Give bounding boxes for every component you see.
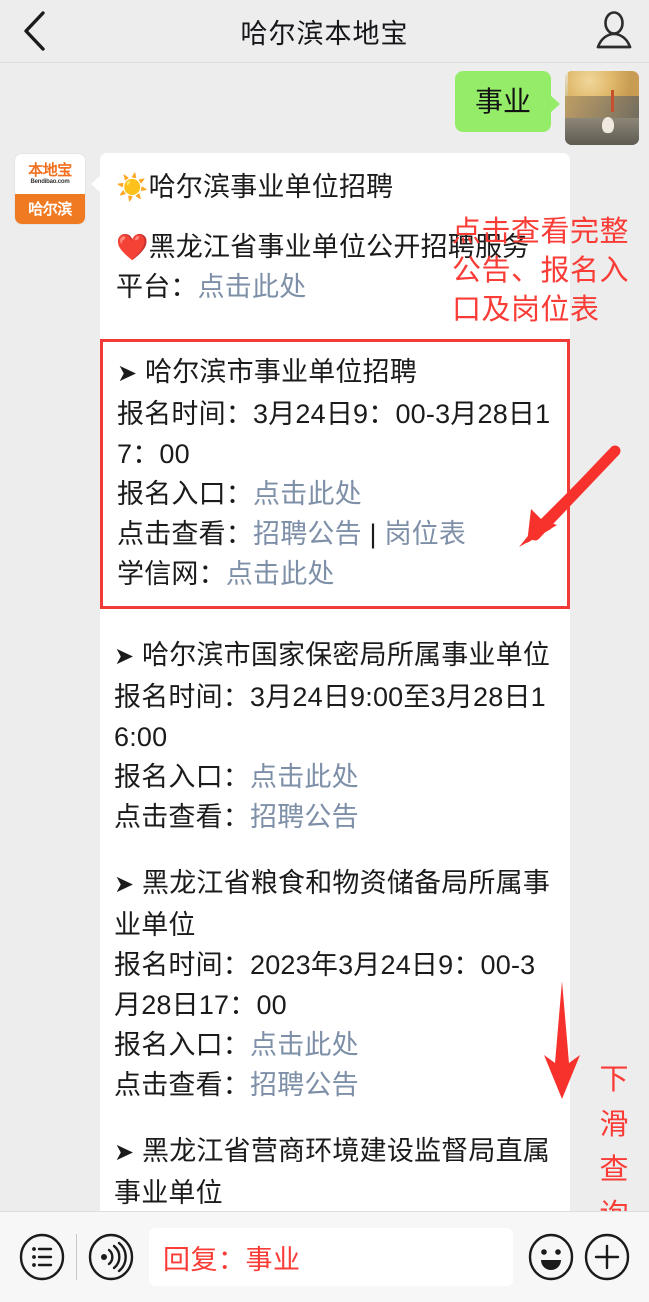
section-3-entry: 报名入口：点击此处: [114, 1025, 556, 1065]
section-2-time: 报名时间：3月24日9:00至3月28日16:00: [114, 677, 556, 757]
section-1-extra-link[interactable]: 点击此处: [226, 559, 335, 589]
smiley-icon: [528, 1233, 574, 1281]
section-2-view-label: 点击查看：: [114, 802, 250, 832]
section-2: ➤ 哈尔滨市国家保密局所属事业单位 报名时间：3月24日9:00至3月28日16…: [100, 635, 570, 837]
voice-wave-icon: [88, 1233, 134, 1281]
contact-info-button[interactable]: [579, 0, 649, 62]
section-2-announcement-link[interactable]: 招聘公告: [250, 802, 359, 832]
publisher-logo-en: Bendibao.com: [30, 179, 70, 186]
section-1-announcement-link[interactable]: 招聘公告: [253, 519, 362, 549]
section-2-entry-link[interactable]: 点击此处: [250, 762, 359, 792]
voice-button[interactable]: [83, 1229, 139, 1285]
intro-title: 哈尔滨事业单位招聘: [148, 172, 394, 202]
person-icon: [596, 11, 632, 49]
input-bar-divider: [76, 1234, 77, 1280]
more-button[interactable]: [579, 1229, 635, 1285]
section-4-title-line: ➤ 黑龙江省营商环境建设监督局直属事业单位: [114, 1131, 556, 1211]
wechat-chat-screen: 哈尔滨本地宝 事业 本地宝 Bendibao.com 哈尔滨 ☀️哈尔滨事业单位…: [0, 0, 649, 1302]
back-button[interactable]: [0, 0, 70, 62]
section-1-positions-link[interactable]: 岗位表: [384, 519, 466, 549]
avatar-art-mid: [565, 96, 639, 119]
link-separator: |: [361, 519, 385, 549]
section-3-entry-link[interactable]: 点击此处: [250, 1030, 359, 1060]
side-note-char-1: 滑: [599, 1109, 629, 1141]
section-3-view: 点击查看：招聘公告: [114, 1065, 556, 1105]
chevron-left-icon: [24, 11, 45, 51]
section-1: ➤ 哈尔滨市事业单位招聘 报名时间：3月24日9：00-3月28日17：00 报…: [103, 352, 567, 594]
chat-input-bar: 回复：事业: [0, 1211, 649, 1302]
section-gap-1: [100, 609, 570, 635]
chat-header: 哈尔滨本地宝: [0, 0, 649, 62]
section-1-view-label: 点击查看：: [117, 519, 253, 549]
section-4: ➤ 黑龙江省营商环境建设监督局直属事业单位: [100, 1131, 570, 1211]
section-3-title-line: ➤ 黑龙江省粮食和物资储备局所属事业单位: [114, 863, 556, 945]
section-3-time-label: 报名时间：: [114, 950, 250, 980]
message-list[interactable]: 事业 本地宝 Bendibao.com 哈尔滨 ☀️哈尔滨事业单位招聘 ❤️黑龙…: [0, 63, 649, 1211]
section-3-announcement-link[interactable]: 招聘公告: [250, 1070, 359, 1100]
section-4-title: 黑龙江省营商环境建设监督局直属事业单位: [114, 1136, 551, 1208]
section-gap-2: [100, 837, 570, 863]
section-2-entry: 报名入口：点击此处: [114, 757, 556, 797]
avatar[interactable]: [565, 71, 639, 145]
bullet-arrow-icon: ➤: [114, 1139, 135, 1166]
publisher-avatar[interactable]: 本地宝 Bendibao.com 哈尔滨: [14, 153, 86, 225]
section-1-extra-label: 学信网：: [117, 559, 226, 589]
menu-button[interactable]: [14, 1229, 70, 1285]
plus-circle-icon: [584, 1233, 630, 1281]
page-title: 哈尔滨本地宝: [240, 18, 409, 49]
section-2-title-line: ➤ 哈尔滨市国家保密局所属事业单位: [114, 635, 556, 677]
publisher-logo-city: 哈尔滨: [28, 201, 72, 219]
list-menu-icon: [19, 1233, 65, 1281]
intro-title-line: ☀️哈尔滨事业单位招聘: [116, 167, 554, 207]
publisher-logo-cn: 本地宝: [28, 162, 72, 180]
section-1-time: 报名时间：3月24日9：00-3月28日17：00: [117, 394, 553, 474]
bullet-arrow-icon: ➤: [114, 643, 135, 670]
section-2-view: 点击查看：招聘公告: [114, 797, 556, 837]
emoji-button[interactable]: [523, 1229, 579, 1285]
outgoing-bubble[interactable]: 事业: [454, 71, 561, 132]
section-3: ➤ 黑龙江省粮食和物资储备局所属事业单位 报名时间：2023年3月24日9：00…: [100, 863, 570, 1105]
section-1-view: 点击查看：招聘公告 | 岗位表: [117, 514, 553, 554]
sun-icon: ☀️: [116, 172, 149, 202]
publisher-logo-bottom: 哈尔滨: [15, 193, 85, 224]
section-3-view-label: 点击查看：: [114, 1070, 250, 1100]
avatar-art-bird: [602, 117, 614, 134]
section-3-time: 报名时间：2023年3月24日9：00-3月28日17：00: [114, 945, 556, 1025]
section-1-entry-link[interactable]: 点击此处: [253, 479, 362, 509]
heart-icon: ❤️: [116, 232, 149, 262]
section-2-time-label: 报名时间：: [114, 682, 250, 712]
side-note-char-0: 下: [599, 1064, 629, 1096]
annotation-down-arrow-icon: [544, 981, 580, 1099]
avatar-art-pole: [610, 90, 614, 113]
section-1-title: 哈尔滨市事业单位招聘: [145, 357, 418, 387]
annotation-side-note: 下 滑 查 询 更 多: [592, 1058, 636, 1211]
section-1-extra: 学信网：点击此处: [117, 554, 553, 594]
annotation-diagonal-arrow-icon: [519, 445, 621, 547]
section-2-title: 哈尔滨市国家保密局所属事业单位: [142, 640, 551, 670]
section-3-entry-label: 报名入口：: [114, 1030, 250, 1060]
bullet-arrow-icon: ➤: [117, 360, 138, 387]
side-note-char-3: 询: [592, 1193, 636, 1211]
highlighted-section: ➤ 哈尔滨市事业单位招聘 报名时间：3月24日9：00-3月28日17：00 报…: [100, 339, 570, 609]
side-note-char-2: 查: [599, 1154, 629, 1186]
message-input[interactable]: 回复：事业: [149, 1228, 513, 1286]
publisher-logo-top: 本地宝 Bendibao.com: [15, 154, 85, 194]
section-1-title-line: ➤ 哈尔滨市事业单位招聘: [117, 352, 553, 394]
section-3-title: 黑龙江省粮食和物资储备局所属事业单位: [114, 868, 551, 940]
message-input-text: 回复：事业: [163, 1244, 301, 1275]
section-gap-3: [100, 1105, 570, 1131]
section-1-entry-label: 报名入口：: [117, 479, 253, 509]
outgoing-message-row: 事业: [454, 71, 639, 145]
section-1-time-label: 报名时间：: [117, 399, 253, 429]
section-1-entry: 报名入口：点击此处: [117, 474, 553, 514]
bullet-arrow-icon: ➤: [114, 871, 135, 898]
section-2-entry-label: 报名入口：: [114, 762, 250, 792]
annotation-top-note: 点击查看完整公告、报名入口及岗位表: [452, 216, 630, 326]
platform-label: 平台：: [116, 272, 198, 302]
platform-link[interactable]: 点击此处: [198, 272, 307, 302]
